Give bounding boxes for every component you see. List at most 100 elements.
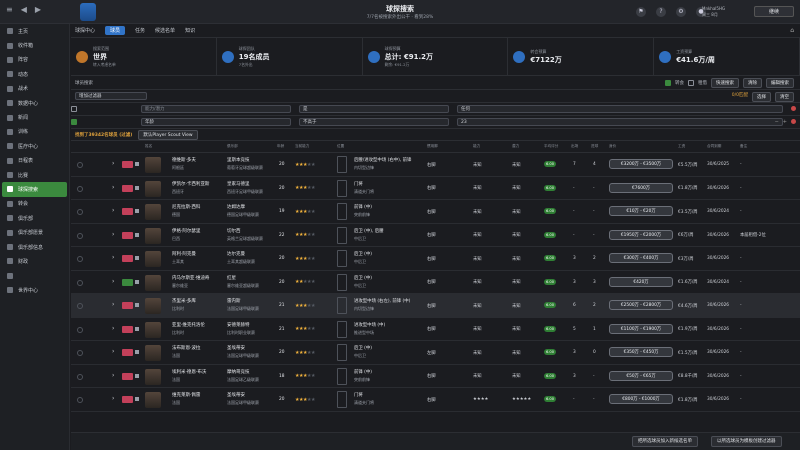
- expand-arrow-icon[interactable]: ›: [112, 278, 114, 285]
- sidebar-item-13[interactable]: 俱乐部: [0, 211, 69, 225]
- expand-arrow-icon[interactable]: ›: [112, 348, 114, 355]
- sidebar-item-5[interactable]: 数据中心: [0, 96, 69, 110]
- filter-age-field[interactable]: 年龄: [141, 118, 291, 126]
- table-row[interactable]: › 阿利·阿克曼 土耳其 达尔克曼 土耳其超级联赛 20 ★★★ ★ ★ 后卫 (中) 中后卫 右脚 未…: [71, 247, 800, 271]
- expand-arrow-icon[interactable]: ›: [112, 184, 114, 191]
- player-name[interactable]: 亚里·维克托洛伦: [172, 322, 205, 328]
- home-icon[interactable]: ⌂: [790, 27, 794, 34]
- sidebar-item-1[interactable]: 收件箱: [0, 38, 69, 52]
- sidebar-item-2[interactable]: 阵容: [0, 53, 69, 67]
- remove-filter-icon[interactable]: [791, 119, 796, 124]
- filter-ability-checkbox[interactable]: [71, 106, 77, 112]
- col-pos[interactable]: 位置: [337, 144, 344, 149]
- player-club[interactable]: 达尔克曼: [227, 251, 245, 257]
- expand-arrow-icon[interactable]: ›: [112, 325, 114, 332]
- sidebar-item-16[interactable]: 财政: [0, 254, 69, 268]
- table-row[interactable]: › 亚里·维克托洛伦 比利时 安德莱赫特 比利时职业联赛 21 ★★★ ★ ★ 进攻型中场 (中)…: [71, 318, 800, 341]
- player-name[interactable]: 尼克拉斯·西科: [172, 204, 200, 210]
- player-name[interactable]: 维克莱斯·佩雷: [172, 392, 200, 398]
- sidebar-item-10[interactable]: 比赛: [0, 168, 69, 182]
- sidebar-item-3[interactable]: 动态: [0, 67, 69, 81]
- select-radio[interactable]: [77, 185, 83, 192]
- table-row[interactable]: › 尼克拉斯·西科 德国 达姆达摩 德国足球甲级联赛 19 ★★★ ★ ★ 前锋 (中) 突前前锋 右…: [71, 200, 800, 224]
- create-filter-button[interactable]: 以所选球员为模板创建过滤器: [711, 436, 782, 447]
- player-club[interactable]: 切尔西: [227, 228, 241, 234]
- table-row[interactable]: › 伊凯尔·卡西利亚斯 西班牙 皇家马德里 西班牙足球甲级联赛 20 ★★★ ★ ★ 门将 清道夫门…: [71, 177, 800, 200]
- player-club[interactable]: 圣埃蒂安: [227, 392, 245, 398]
- player-name[interactable]: 阿利·阿克曼: [172, 251, 196, 257]
- sidebar-item-0[interactable]: 主页: [0, 24, 69, 38]
- sidebar-item-9[interactable]: 日程表: [0, 154, 69, 168]
- add-to-shortlist-button[interactable]: 把所选球员加入新候选名单: [632, 436, 698, 447]
- table-row[interactable]: › 维克莱斯·佩雷 法国 圣埃蒂安 法国足球甲级联赛 20 ★★★ ★ ★ 门将 清道夫门将 右脚 ★★…: [71, 388, 800, 412]
- select-radio[interactable]: [77, 373, 83, 380]
- player-name[interactable]: 杰里米·多库: [172, 298, 196, 304]
- expand-arrow-icon[interactable]: ›: [112, 207, 114, 214]
- sidebar-item-6[interactable]: 新闻: [0, 110, 69, 124]
- tab-2[interactable]: 任务: [135, 27, 145, 34]
- edit-search-button[interactable]: 编辑搜索: [766, 78, 794, 88]
- table-row[interactable]: › 法布斯恩·波拉 法国 圣埃蒂安 法国足球甲级联赛 20 ★★★ ★ ★ 后卫 (中) 中后卫 左脚…: [71, 341, 800, 365]
- filter-age-checkbox[interactable]: [71, 119, 77, 125]
- expand-arrow-icon[interactable]: ›: [112, 301, 114, 308]
- player-club[interactable]: 里斯本竞技: [227, 157, 250, 163]
- expand-arrow-icon[interactable]: ›: [112, 395, 114, 402]
- player-club[interactable]: 安德莱赫特: [227, 322, 250, 328]
- sidebar-item-18[interactable]: 世界中心: [0, 283, 69, 297]
- player-name[interactable]: 德维斯·多夫: [172, 157, 196, 163]
- select-radio[interactable]: [77, 209, 83, 215]
- sidebar-item-11[interactable]: 球探搜索: [2, 182, 67, 197]
- tab-4[interactable]: 知识: [185, 27, 195, 34]
- player-name[interactable]: 内马尔斯亚·维迪奇: [172, 275, 209, 281]
- expand-arrow-icon[interactable]: ›: [112, 231, 114, 238]
- minus-icon[interactable]: −: [775, 119, 779, 125]
- select-radio[interactable]: [77, 350, 83, 356]
- expand-arrow-icon[interactable]: ›: [112, 160, 114, 167]
- player-name[interactable]: 伊凯尔·卡西利亚斯: [172, 181, 209, 187]
- help-icon[interactable]: ?: [656, 7, 666, 17]
- select-radio[interactable]: [77, 232, 83, 239]
- select-radio[interactable]: [77, 326, 83, 333]
- player-club[interactable]: 达姆达摩: [227, 204, 245, 210]
- kpi-card[interactable]: 球探团队 19名成员 7名外出: [217, 38, 363, 75]
- col-name[interactable]: 姓名: [145, 144, 152, 149]
- player-name[interactable]: 埃利米·德恩·布沃: [172, 369, 206, 375]
- col-pa[interactable]: 潜力: [512, 144, 519, 149]
- table-row[interactable]: › 内马尔斯亚·维迪奇 塞尔维亚 红星 塞尔维亚超级联赛 20 ★★ ★ ★ ★ 后卫 (中) 中后卫…: [71, 271, 800, 294]
- col-expires[interactable]: 合同到期: [707, 144, 721, 149]
- apply-button[interactable]: 选择: [752, 92, 771, 102]
- player-club[interactable]: 圣埃蒂安: [227, 345, 245, 351]
- sidebar-item-17[interactable]: [0, 269, 69, 283]
- select-radio[interactable]: [77, 256, 83, 262]
- add-filter-dropdown[interactable]: 增加过滤器: [75, 92, 147, 100]
- loan-checkbox[interactable]: [688, 80, 694, 86]
- col-ca[interactable]: 当前能力: [295, 144, 309, 149]
- player-name[interactable]: 伊格·阿尔瑟里: [172, 228, 200, 234]
- table-row[interactable]: › 杰里米·多库 比利时 雷内斯 法国足球甲级联赛 21 ★★★ ★ ★ 进攻型中场 (右左), …: [71, 294, 800, 318]
- select-radio[interactable]: [77, 162, 83, 168]
- tab-1[interactable]: 球员: [105, 26, 126, 35]
- transfer-checkbox[interactable]: [665, 80, 671, 86]
- col-value[interactable]: 身价: [609, 144, 616, 149]
- select-radio[interactable]: [77, 303, 83, 309]
- reset-button[interactable]: 清空: [775, 92, 794, 102]
- table-row[interactable]: › 德维斯·多夫 阿根廷 里斯本竞技 葡萄牙足球超级联赛 20 ★★★ ★ ★ 后腰/进攻型中场 …: [71, 153, 800, 177]
- sidebar-item-12[interactable]: 转会: [0, 197, 69, 211]
- settings-icon[interactable]: ⚙: [676, 7, 686, 17]
- continue-button[interactable]: 继续: [754, 6, 794, 17]
- sidebar-item-4[interactable]: 战术: [0, 82, 69, 96]
- filter-ability-value[interactable]: 任何: [457, 105, 783, 113]
- expand-arrow-icon[interactable]: ›: [112, 372, 114, 379]
- sidebar-item-8[interactable]: 医疗中心: [0, 139, 69, 153]
- filter-age-operator[interactable]: 不高于: [299, 118, 449, 126]
- col-age[interactable]: 年龄: [277, 144, 284, 149]
- col-goals[interactable]: 进球: [591, 144, 598, 149]
- kpi-card[interactable]: 搜索范围 世界 转入考虑名单: [71, 38, 217, 75]
- player-club[interactable]: 雷内斯: [227, 298, 241, 304]
- view-selector[interactable]: 默认Player Scout View: [138, 129, 198, 140]
- kpi-card[interactable]: 工资预算 €41.6万/周: [654, 38, 800, 75]
- quick-search-button[interactable]: 快速搜索: [711, 78, 739, 88]
- kpi-card[interactable]: 转会预算 €7122万: [508, 38, 655, 75]
- sidebar-item-7[interactable]: 训练: [0, 125, 69, 139]
- filter-ability-operator[interactable]: 是: [299, 105, 449, 113]
